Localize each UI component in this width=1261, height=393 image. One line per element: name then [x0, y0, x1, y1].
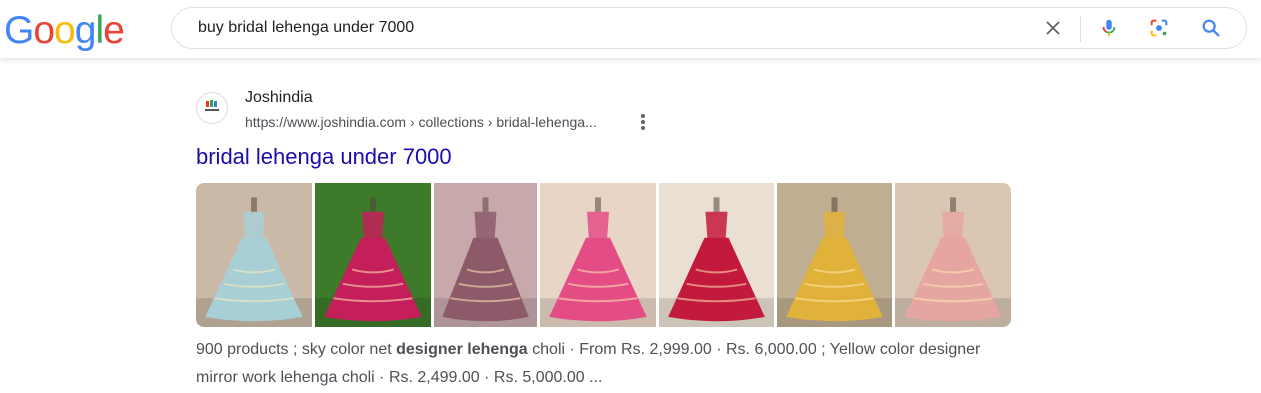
logo-letter: G: [4, 9, 34, 52]
snippet-highlight: designer lehenga: [396, 341, 528, 358]
more-options-icon[interactable]: [636, 112, 650, 132]
search-icon[interactable]: [1200, 17, 1222, 39]
yellow-lehenga-image[interactable]: [777, 183, 892, 327]
google-logo[interactable]: Google: [4, 9, 125, 53]
image-gallery: [196, 183, 1011, 327]
red-lehenga-image[interactable]: [659, 183, 774, 327]
logo-letter: l: [95, 9, 104, 52]
site-name: Joshindia: [245, 89, 313, 106]
pink-lehenga-image[interactable]: [540, 183, 656, 327]
peach-lehenga-image[interactable]: [895, 183, 1011, 327]
logo-letter: o: [54, 9, 76, 52]
search-header: Google: [0, 0, 1261, 58]
result-title-link[interactable]: bridal lehenga under 7000: [196, 143, 452, 171]
search-box: [171, 7, 1247, 49]
sky-lehenga-image[interactable]: [196, 183, 312, 327]
site-url: https://www.joshindia.com › collections …: [245, 114, 597, 130]
site-favicon: [196, 92, 228, 124]
logo-letter: o: [33, 9, 55, 52]
lens-icon[interactable]: [1148, 17, 1170, 39]
clear-icon[interactable]: [1042, 17, 1064, 39]
result-snippet: 900 products ; sky color net designer le…: [196, 336, 1016, 392]
red-yellow-lehenga-image[interactable]: [315, 183, 431, 327]
search-divider: [1080, 16, 1081, 42]
mauve-lehenga-image[interactable]: [434, 183, 537, 327]
microphone-icon[interactable]: [1098, 17, 1120, 39]
logo-letter: e: [103, 9, 125, 52]
logo-letter: g: [74, 9, 97, 52]
result-source[interactable]: Joshindia https://www.joshindia.com › co…: [196, 88, 696, 130]
snippet-text-start: 900 products ; sky color net: [196, 341, 397, 358]
search-input[interactable]: [198, 8, 998, 48]
